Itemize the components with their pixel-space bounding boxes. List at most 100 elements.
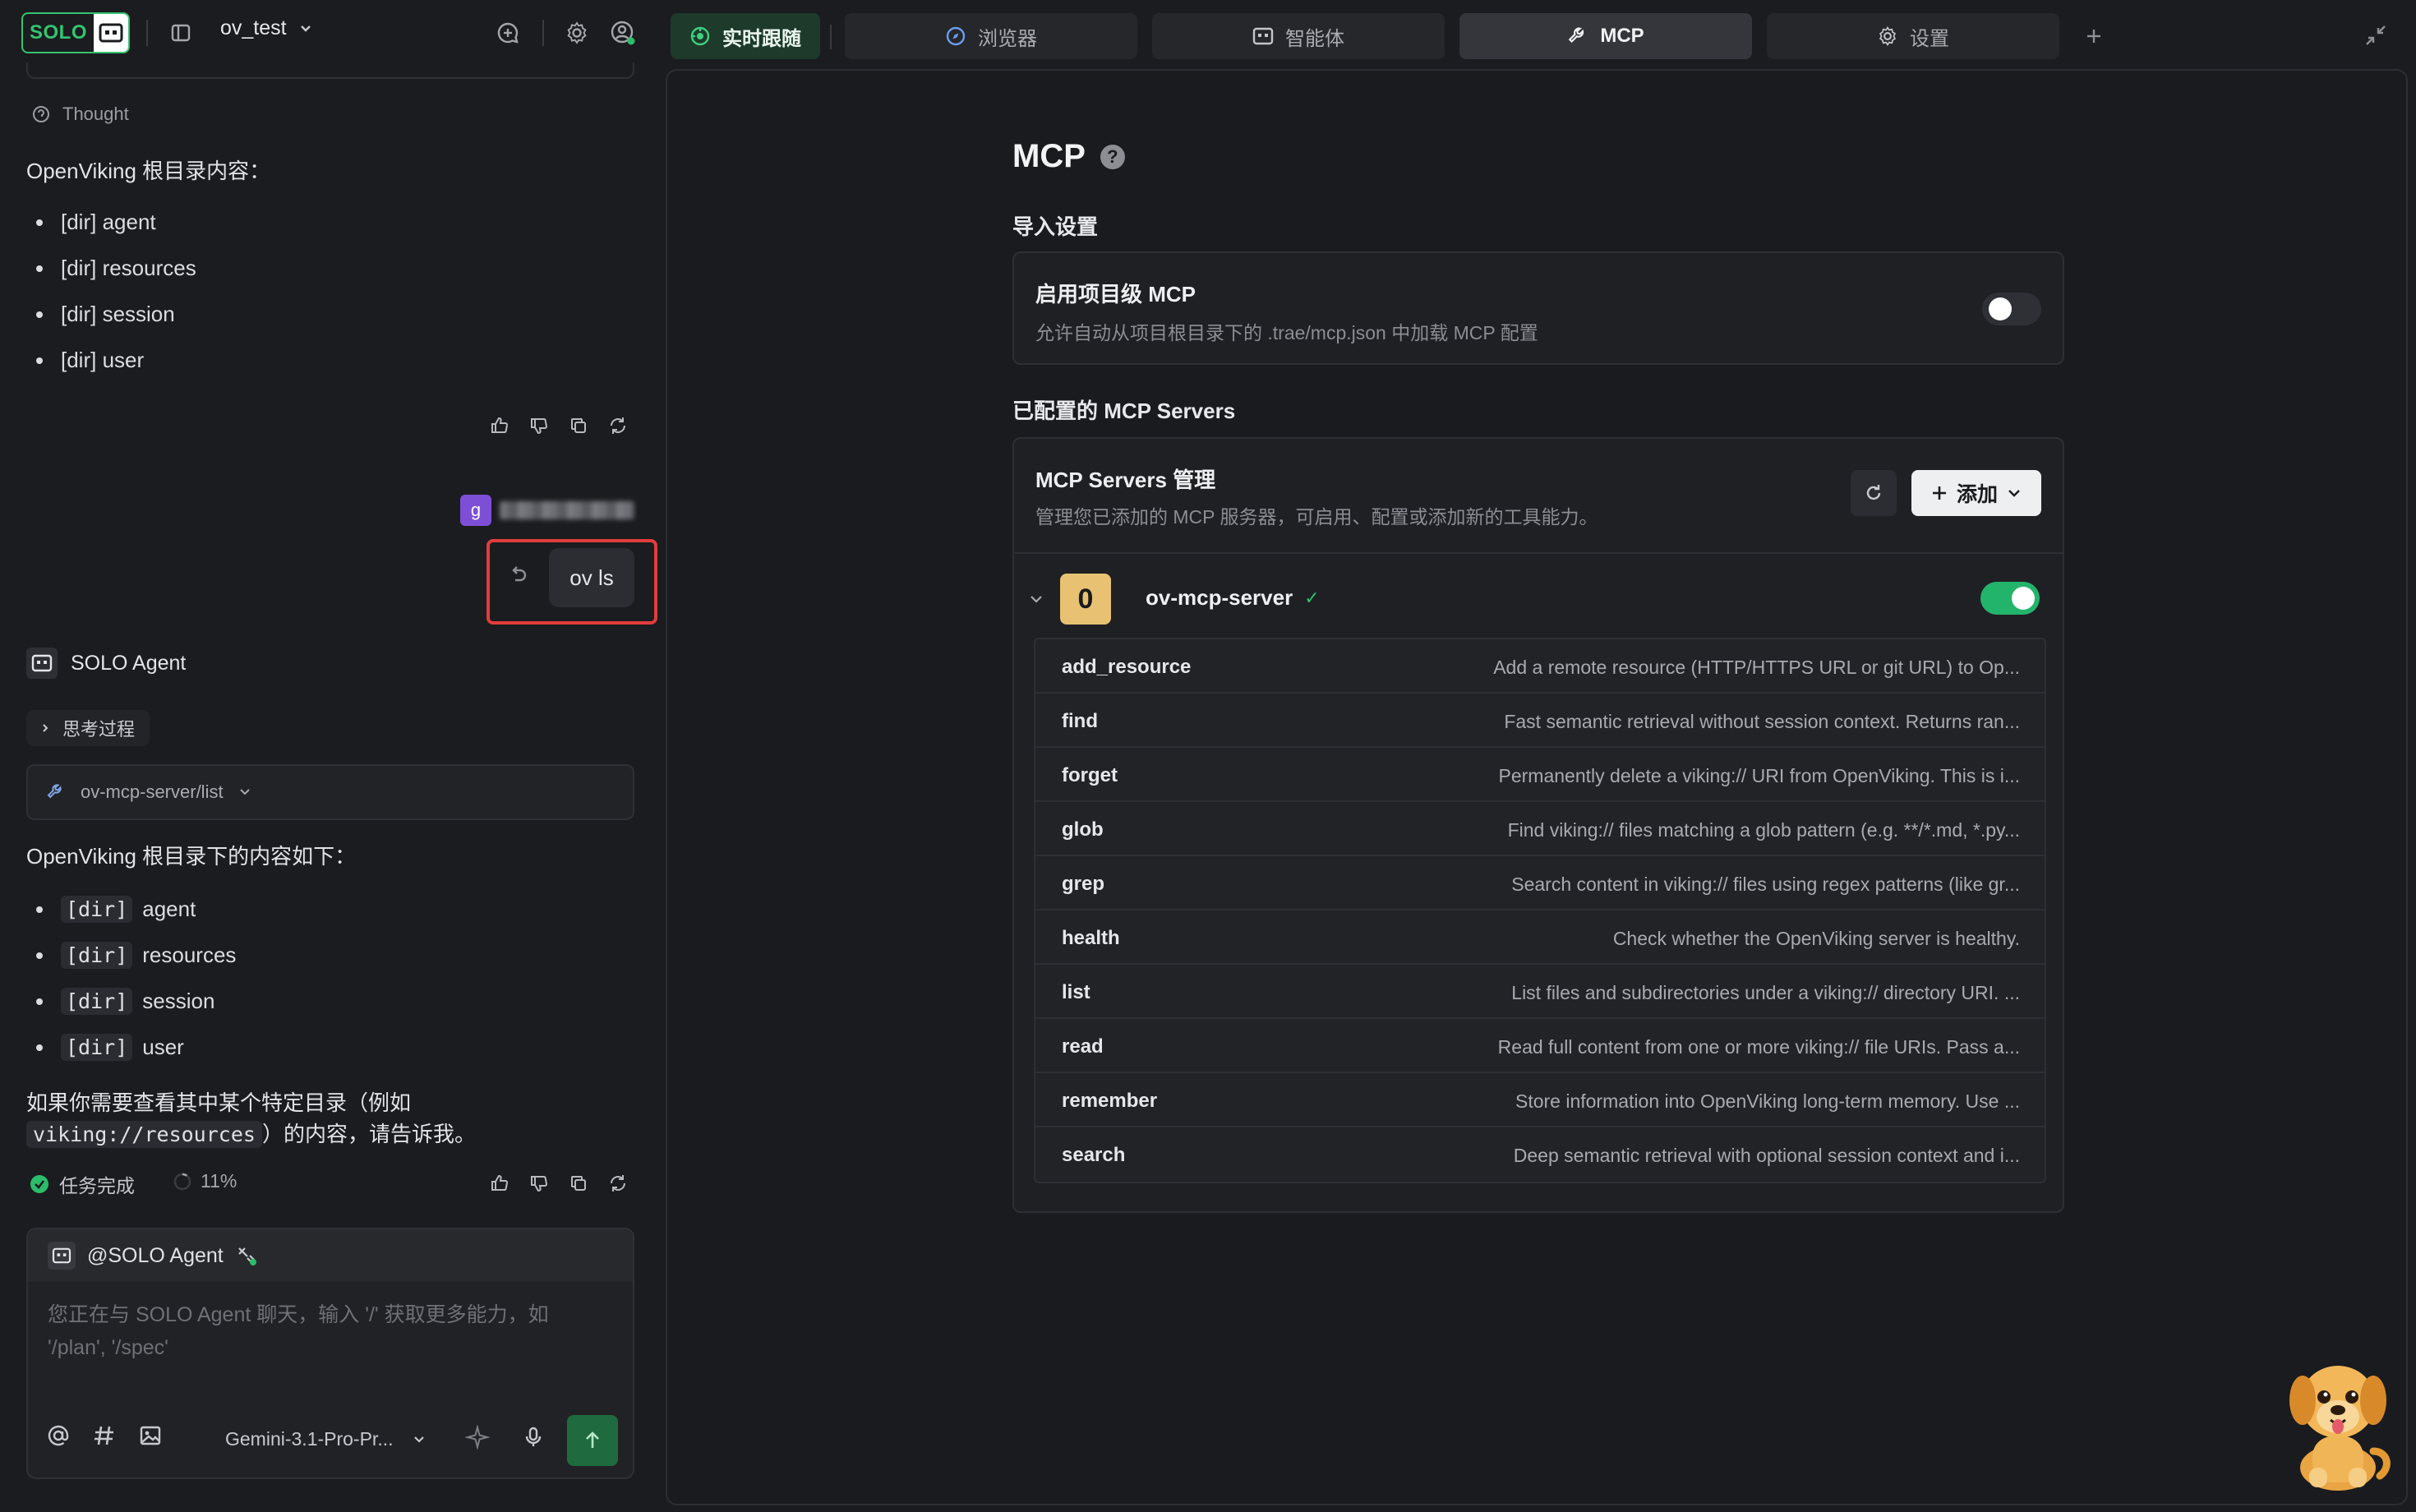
agent-logo-icon	[94, 14, 128, 52]
solo-logo[interactable]: SOLO	[21, 12, 130, 53]
refresh-icon	[1866, 485, 1881, 500]
dir-name: agent	[142, 896, 196, 921]
divider	[542, 20, 544, 46]
send-button[interactable]	[567, 1415, 618, 1466]
dir-name: session	[142, 988, 215, 1013]
tool-row[interactable]: forget Permanently delete a viking:// URI…	[1035, 748, 2045, 802]
tool-row[interactable]: health Check whether the OpenViking serve…	[1035, 910, 2045, 965]
server-toggle[interactable]	[1980, 582, 2040, 615]
tool-name: list	[1062, 981, 1090, 1003]
tool-row[interactable]: glob Find viking:// files matching a glob…	[1035, 802, 2045, 856]
thumbs-up-icon[interactable]	[488, 414, 511, 437]
sparkle-icon[interactable]	[465, 1425, 490, 1450]
tool-row[interactable]: list List files and subdirectories under …	[1035, 965, 2045, 1019]
list-item: [dir] user	[26, 337, 196, 383]
add-server-button[interactable]: 添加	[1911, 470, 2041, 516]
copy-icon[interactable]	[567, 1172, 590, 1195]
server-badge: 0	[1060, 574, 1111, 625]
collapse-icon[interactable]	[2363, 23, 2388, 48]
tool-call-name: ov-mcp-server/list	[81, 781, 224, 802]
chevron-down-icon	[2008, 490, 2020, 497]
project-mcp-toggle[interactable]	[1982, 293, 2041, 325]
composer-header: @SOLO Agent	[28, 1229, 633, 1282]
message-actions	[488, 1172, 629, 1195]
chevron-down-icon[interactable]	[1029, 592, 1044, 606]
agent-icon	[48, 1242, 76, 1270]
thumbs-down-icon[interactable]	[528, 1172, 551, 1195]
model-name: Gemini-3.1-Pro-Pr...	[225, 1428, 394, 1450]
copy-icon[interactable]	[567, 414, 590, 437]
tab-mcp[interactable]: MCP	[1459, 13, 1752, 59]
list-item: [dir] session	[26, 978, 236, 1024]
agent-name: SOLO Agent	[71, 651, 187, 675]
page-title-text: MCP	[1012, 138, 1086, 174]
logo-text: SOLO	[30, 21, 88, 44]
dog-mascot-icon[interactable]	[2276, 1344, 2400, 1492]
tool-row[interactable]: remember Store information into OpenVikin…	[1035, 1073, 2045, 1127]
tool-name: read	[1062, 1035, 1104, 1058]
thought-label: Thought	[62, 104, 129, 124]
page-title: MCP ?	[1012, 138, 1125, 175]
list-item: [dir] agent	[26, 199, 196, 245]
tab-agents[interactable]: 智能体	[1152, 13, 1445, 59]
tool-row[interactable]: find Fast semantic retrieval without sess…	[1035, 694, 2045, 748]
refresh-button[interactable]	[1851, 470, 1897, 516]
first-answer-list: [dir] agent [dir] resources [dir] sessio…	[26, 199, 196, 383]
divider	[830, 25, 832, 49]
server-row[interactable]: 0 ov-mcp-server ✓	[1014, 554, 2063, 636]
tool-row[interactable]: read Read full content from one or more v…	[1035, 1019, 2045, 1073]
tool-row[interactable]: search Deep semantic retrieval with optio…	[1035, 1127, 2045, 1182]
new-chat-icon[interactable]	[493, 18, 523, 48]
tool-name: forget	[1062, 764, 1118, 786]
wrench-icon	[1569, 27, 1584, 44]
manage-title: MCP Servers 管理	[1035, 468, 1216, 492]
gear-icon	[1879, 26, 1897, 46]
model-selector[interactable]: Gemini-3.1-Pro-Pr...	[225, 1428, 426, 1450]
thinking-label: 思考过程	[62, 719, 136, 740]
tool-desc: Fast semantic retrieval without session …	[1504, 711, 2020, 732]
list-item: [dir] session	[26, 291, 196, 337]
tools-icon[interactable]	[235, 1244, 258, 1267]
project-selector[interactable]: ov_test	[220, 16, 313, 40]
regenerate-icon[interactable]	[606, 414, 629, 437]
tab-live-follow[interactable]: 实时跟随	[671, 13, 820, 59]
thumbs-up-icon[interactable]	[488, 1172, 511, 1195]
tool-call-card[interactable]: ov-mcp-server/list	[26, 764, 634, 820]
help-icon[interactable]: ?	[1100, 144, 1125, 169]
mention-agent[interactable]: @SOLO Agent	[87, 1244, 224, 1268]
sidebar-toggle-icon[interactable]	[166, 18, 196, 48]
configured-section-title: 已配置的 MCP Servers	[1012, 399, 1236, 423]
project-mcp-title: 启用项目级 MCP	[1035, 282, 1196, 307]
account-icon[interactable]	[608, 18, 638, 48]
dir-tag: [dir]	[61, 1033, 133, 1061]
thought-indicator[interactable]: Thought	[31, 104, 129, 125]
regenerate-icon[interactable]	[606, 1172, 629, 1195]
tool-name: grep	[1062, 873, 1105, 895]
thumbs-down-icon[interactable]	[528, 414, 551, 437]
thinking-process-toggle[interactable]: 思考过程	[26, 710, 150, 746]
tab-browser[interactable]: 浏览器	[845, 13, 1137, 59]
add-tab-button[interactable]	[2077, 20, 2110, 53]
microphone-icon[interactable]	[521, 1425, 546, 1450]
at-mention-icon[interactable]	[46, 1423, 71, 1448]
answer-tail-line2: viking://resources ）的内容，请告诉我。	[26, 1118, 476, 1148]
chat-input[interactable]: 您正在与 SOLO Agent 聊天，输入 '/' 获取更多能力，如 '/pla…	[48, 1298, 606, 1364]
settings-gear-icon[interactable]	[562, 18, 592, 48]
tool-name: find	[1062, 710, 1098, 732]
tool-desc: Add a remote resource (HTTP/HTTPS URL or…	[1493, 657, 2020, 678]
task-status-label: 任务完成	[59, 1175, 135, 1196]
tool-desc: Find viking:// files matching a glob pat…	[1507, 819, 2020, 841]
tab-settings[interactable]: 设置	[1767, 13, 2059, 59]
context-usage: 11%	[173, 1170, 237, 1192]
tool-name: health	[1062, 927, 1120, 949]
project-name: ov_test	[220, 16, 287, 39]
tool-desc: Deep semantic retrieval with optional se…	[1513, 1145, 2020, 1166]
chevron-down-icon	[413, 1436, 424, 1443]
tool-row[interactable]: add_resource Add a remote resource (HTTP/…	[1035, 639, 2045, 694]
hash-icon[interactable]	[92, 1423, 117, 1448]
list-item: [dir] agent	[26, 886, 236, 932]
chat-topbar: SOLO ov_test	[0, 0, 662, 66]
image-icon[interactable]	[138, 1423, 163, 1448]
tool-row[interactable]: grep Search content in viking:// files us…	[1035, 856, 2045, 910]
user-avatar: g	[460, 495, 491, 526]
